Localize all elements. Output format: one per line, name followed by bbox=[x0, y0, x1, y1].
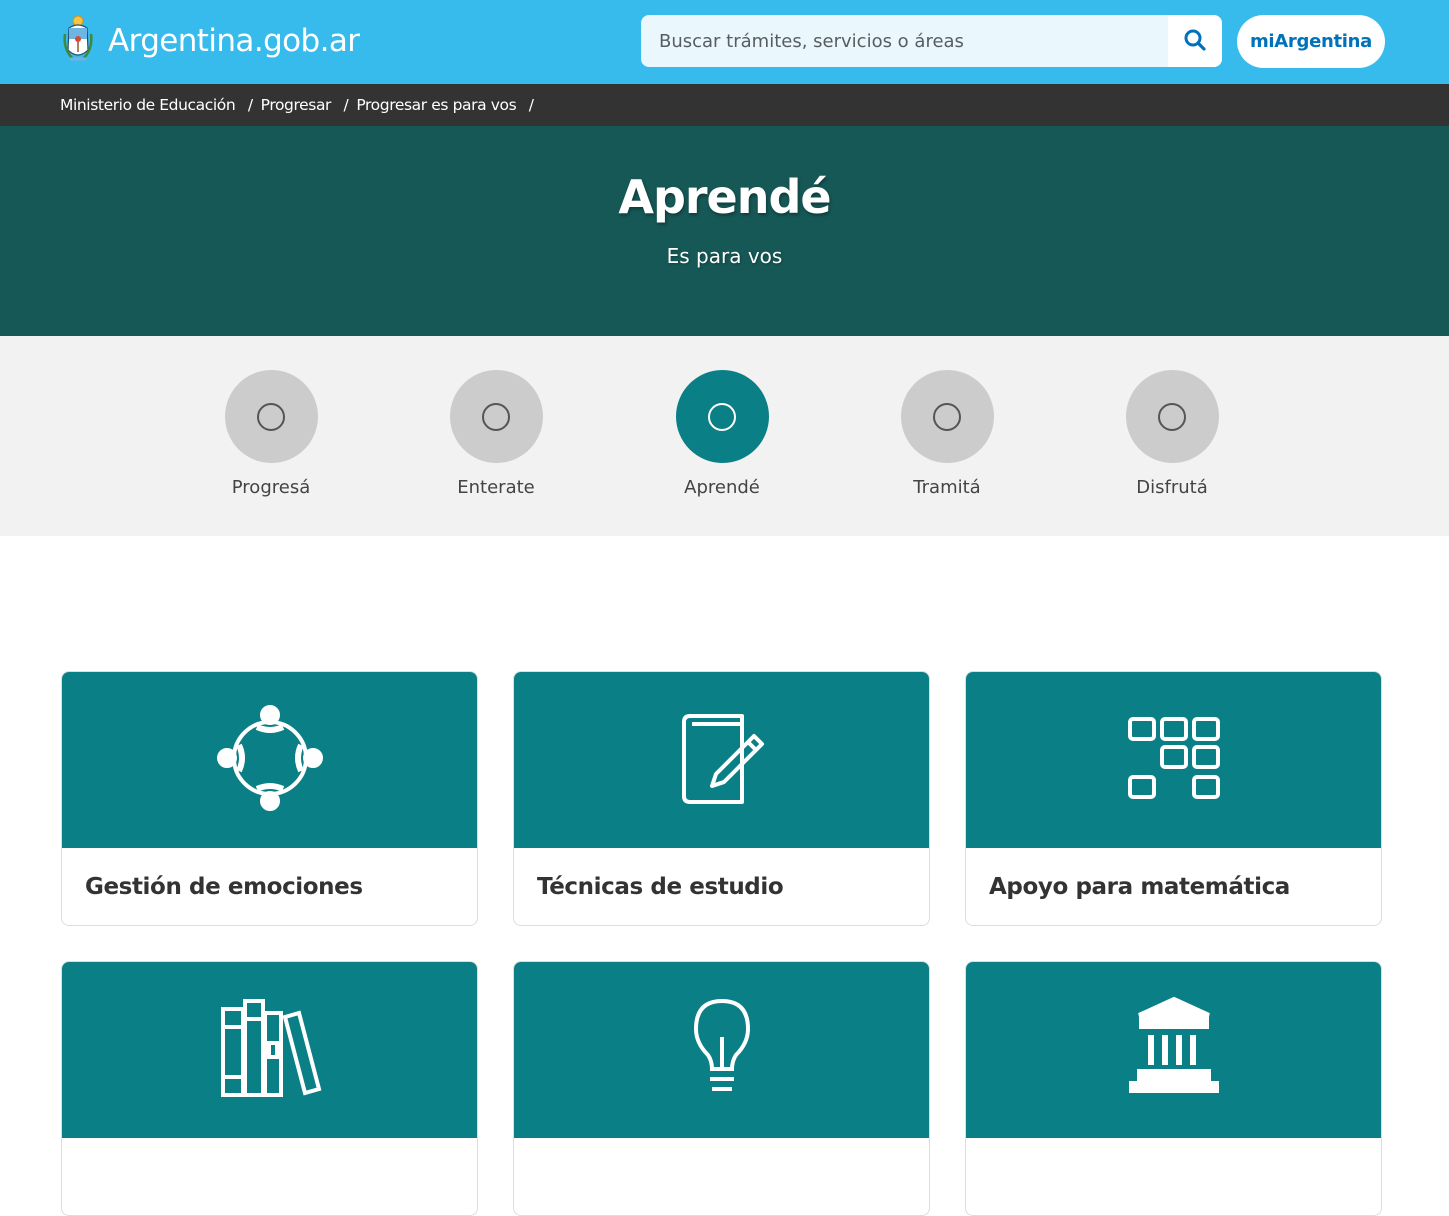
breadcrumb: Ministerio de Educación / Progresar / Pr… bbox=[0, 84, 1449, 126]
search-icon bbox=[1184, 29, 1206, 54]
card-title: Apoyo para matemática bbox=[989, 873, 1290, 900]
card-body: Técnicas de estudio bbox=[514, 848, 929, 925]
lightbulb-icon bbox=[682, 993, 762, 1107]
top-header: Argentina.gob.ar miArgentina bbox=[0, 0, 1449, 84]
search-button[interactable] bbox=[1168, 15, 1222, 67]
breadcrumb-item: Progresar / bbox=[261, 96, 357, 114]
breadcrumb-separator: / bbox=[528, 96, 534, 114]
section-nav-item-aprende[interactable]: Aprendé bbox=[652, 370, 792, 498]
brand-link[interactable]: Argentina.gob.ar bbox=[60, 14, 360, 68]
circle-icon bbox=[257, 402, 285, 431]
section-nav-label: Aprendé bbox=[684, 477, 760, 498]
card-gestion-de-emociones[interactable]: Gestión de emociones bbox=[61, 671, 478, 926]
search-box bbox=[641, 15, 1222, 67]
breadcrumb-item: Progresar es para vos / bbox=[356, 96, 541, 114]
breadcrumb-separator: / bbox=[247, 96, 253, 114]
breadcrumb-link-ministerio[interactable]: Ministerio de Educación bbox=[60, 96, 236, 114]
circle-icon bbox=[1158, 402, 1186, 431]
card-image bbox=[62, 672, 477, 848]
breadcrumb-list: Ministerio de Educación / Progresar / Pr… bbox=[60, 84, 542, 126]
section-nav-item-tramita[interactable]: Tramitá bbox=[877, 370, 1017, 498]
page-title: Aprendé bbox=[618, 170, 831, 224]
breadcrumb-link-progresar[interactable]: Progresar bbox=[261, 96, 332, 114]
coat-of-arms-logo bbox=[60, 14, 96, 68]
breadcrumb-separator: / bbox=[343, 96, 349, 114]
institution-icon bbox=[1119, 993, 1229, 1107]
mi-argentina-button[interactable]: miArgentina bbox=[1237, 15, 1385, 68]
circle-icon bbox=[482, 402, 510, 431]
card-image bbox=[514, 962, 929, 1138]
page-subtitle: Es para vos bbox=[666, 244, 783, 268]
section-nav-item-disfruta[interactable]: Disfrutá bbox=[1102, 370, 1242, 498]
section-nav-label: Tramitá bbox=[913, 477, 981, 498]
hero-banner: Aprendé Es para vos bbox=[0, 126, 1449, 336]
card-body bbox=[514, 1138, 929, 1215]
grid-blocks-icon bbox=[1124, 713, 1224, 807]
brand-name: Argentina.gob.ar bbox=[108, 23, 360, 59]
section-nav-circle bbox=[1125, 370, 1219, 463]
books-icon bbox=[215, 993, 325, 1107]
section-nav-circle bbox=[224, 370, 318, 463]
circle-icon bbox=[708, 402, 736, 431]
card-image bbox=[966, 672, 1381, 848]
card-image bbox=[966, 962, 1381, 1138]
card-title: Gestión de emociones bbox=[85, 873, 363, 900]
card-body: Apoyo para matemática bbox=[966, 848, 1381, 925]
section-nav-circle bbox=[449, 370, 543, 463]
circle-icon bbox=[933, 402, 961, 431]
card-body bbox=[62, 1138, 477, 1215]
section-nav-item-enterate[interactable]: Enterate bbox=[426, 370, 566, 498]
section-nav: Progresá Enterate Aprendé Tramitá Disfru… bbox=[0, 336, 1449, 536]
notebook-pencil-icon bbox=[672, 708, 772, 812]
section-nav-circle-active bbox=[675, 370, 769, 463]
breadcrumb-link-progresar-es-para-vos[interactable]: Progresar es para vos bbox=[356, 96, 516, 114]
card-institution[interactable] bbox=[965, 961, 1382, 1216]
section-nav-label: Enterate bbox=[457, 477, 535, 498]
card-books[interactable] bbox=[61, 961, 478, 1216]
breadcrumb-item: Ministerio de Educación / bbox=[60, 96, 261, 114]
card-body bbox=[966, 1138, 1381, 1215]
card-title: Técnicas de estudio bbox=[537, 873, 784, 900]
card-tecnicas-de-estudio[interactable]: Técnicas de estudio bbox=[513, 671, 930, 926]
card-body: Gestión de emociones bbox=[62, 848, 477, 925]
card-apoyo-para-matematica[interactable]: Apoyo para matemática bbox=[965, 671, 1382, 926]
card-lightbulb[interactable] bbox=[513, 961, 930, 1216]
search-input[interactable] bbox=[641, 15, 1168, 67]
section-nav-item-progresa[interactable]: Progresá bbox=[201, 370, 341, 498]
section-nav-circle bbox=[900, 370, 994, 463]
section-nav-label: Progresá bbox=[231, 477, 311, 498]
section-nav-label: Disfrutá bbox=[1136, 477, 1208, 498]
card-image bbox=[514, 672, 929, 848]
people-circle-icon bbox=[215, 703, 325, 817]
card-image bbox=[62, 962, 477, 1138]
